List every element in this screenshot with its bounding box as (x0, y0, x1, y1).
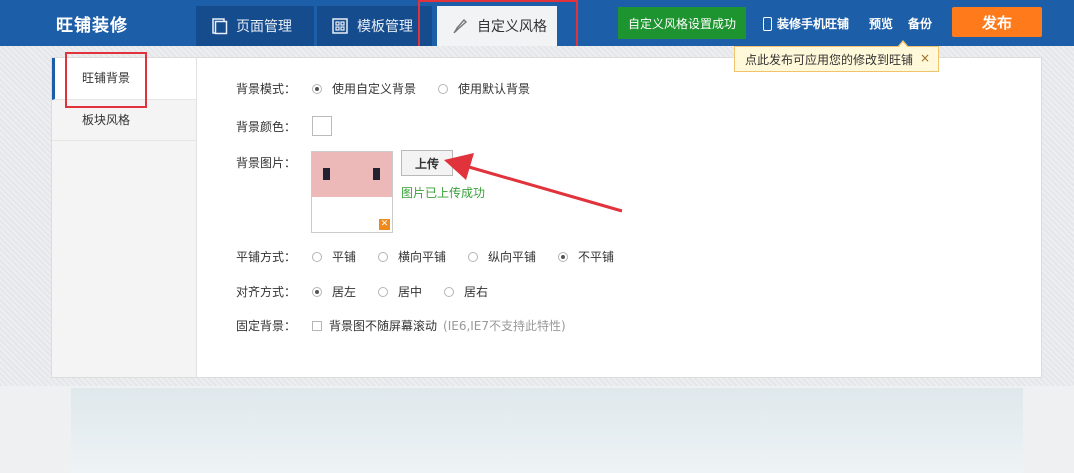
status-button[interactable]: 自定义风格设置成功 (618, 7, 746, 39)
option-label: 不平铺 (578, 250, 615, 264)
sidebar-item-shop-background[interactable]: 旺铺背景 (52, 58, 196, 100)
tooltip-text: 点此发布可应用您的修改到旺铺 (745, 52, 914, 67)
radio-control[interactable] (378, 286, 389, 297)
brush-icon (453, 18, 468, 34)
radio-tile[interactable]: 平铺 (312, 248, 356, 265)
radio-custom-bg[interactable]: 使用自定义背景 (312, 80, 416, 97)
field-label: 固定背景： (236, 319, 297, 333)
field-label: 平铺方式： (236, 250, 297, 264)
radio-control[interactable] (444, 286, 455, 297)
settings-panel: 旺铺背景 板块风格 背景模式： 使用自定义背景 使用默认背景 背景颜色： 背景图… (51, 57, 1042, 378)
publish-button[interactable]: 发布 (952, 7, 1042, 37)
mobile-phone-icon (763, 16, 772, 31)
preview-link[interactable]: 预览 (869, 15, 893, 32)
publish-tooltip: 点此发布可应用您的修改到旺铺 × (734, 40, 939, 72)
bg-color-row: 背景颜色： (236, 116, 332, 136)
tab-template-management[interactable]: 模板管理 (317, 6, 432, 46)
bg-image-preview: ✕ (311, 151, 393, 233)
bg-mode-row: 背景模式： 使用自定义背景 使用默认背景 (236, 80, 552, 97)
field-label: 背景图片： (236, 156, 297, 170)
fixed-bg-checkbox[interactable] (312, 320, 322, 331)
tab-custom-style[interactable]: 自定义风格 (437, 6, 557, 46)
compat-hint: (IE6,IE7不支持此特性) (443, 319, 566, 333)
tab-label: 页面管理 (236, 19, 292, 35)
checkbox-label[interactable]: 背景图不随屏幕滚动 (329, 317, 437, 334)
settings-sidebar: 旺铺背景 板块风格 (52, 58, 197, 377)
option-label: 居中 (398, 285, 423, 299)
shop-background-preview (71, 388, 1023, 473)
tile-row: 平铺方式： 平铺 横向平铺 纵向平铺 不平铺 (236, 248, 636, 265)
option-label: 使用自定义背景 (332, 82, 417, 96)
radio-control[interactable] (312, 251, 322, 262)
upload-status: 图片已上传成功 (401, 186, 486, 200)
sidebar-item-block-style[interactable]: 板块风格 (52, 100, 196, 141)
option-label: 平铺 (332, 250, 357, 264)
option-label: 居右 (464, 285, 489, 299)
radio-tile-x[interactable]: 横向平铺 (378, 248, 446, 265)
radio-default-bg[interactable]: 使用默认背景 (438, 80, 530, 97)
close-icon[interactable]: × (920, 51, 930, 65)
radio-control[interactable] (558, 251, 569, 262)
radio-align-right[interactable]: 居右 (444, 283, 488, 300)
field-label: 对齐方式： (236, 285, 297, 299)
tab-label: 自定义风格 (477, 19, 547, 35)
option-label: 纵向平铺 (488, 250, 537, 264)
mobile-shop-link[interactable]: 装修手机旺铺 (763, 15, 849, 32)
option-label: 横向平铺 (398, 250, 447, 264)
backup-link[interactable]: 备份 (908, 15, 932, 32)
radio-control[interactable] (312, 83, 322, 94)
close-icon[interactable]: ✕ (379, 219, 390, 230)
tooltip-arrow-fill (898, 42, 908, 48)
radio-control[interactable] (468, 251, 479, 262)
preview-mark (373, 168, 380, 180)
bg-image-row: 背景图片： (236, 154, 312, 171)
field-label: 背景颜色： (236, 119, 297, 134)
tab-page-management[interactable]: 页面管理 (196, 6, 314, 46)
tab-label: 模板管理 (357, 19, 413, 35)
color-swatch[interactable] (312, 116, 332, 136)
top-bar: 旺铺装修 页面管理 模板管理 自定义风格 自定义风格设置成功 装修手机旺铺 预览… (0, 0, 1074, 46)
field-label: 背景模式： (236, 82, 297, 96)
radio-align-center[interactable]: 居中 (378, 283, 422, 300)
radio-control[interactable] (438, 83, 449, 94)
radio-tile-y[interactable]: 纵向平铺 (468, 248, 536, 265)
option-label: 居左 (332, 285, 357, 299)
fixed-row: 固定背景： 背景图不随屏幕滚动 (IE6,IE7不支持此特性) (236, 317, 566, 334)
align-row: 对齐方式： 居左 居中 居右 (236, 283, 510, 300)
app-title: 旺铺装修 (56, 16, 128, 36)
mobile-link-label: 装修手机旺铺 (777, 17, 850, 31)
radio-no-tile[interactable]: 不平铺 (558, 248, 614, 265)
page-icon (212, 18, 228, 35)
radio-align-left[interactable]: 居左 (312, 283, 356, 300)
radio-control[interactable] (378, 251, 389, 262)
radio-control[interactable] (312, 286, 322, 297)
option-label: 使用默认背景 (458, 82, 531, 96)
upload-button[interactable]: 上传 (401, 150, 453, 176)
grid-icon (332, 18, 348, 34)
preview-mark (323, 168, 330, 180)
